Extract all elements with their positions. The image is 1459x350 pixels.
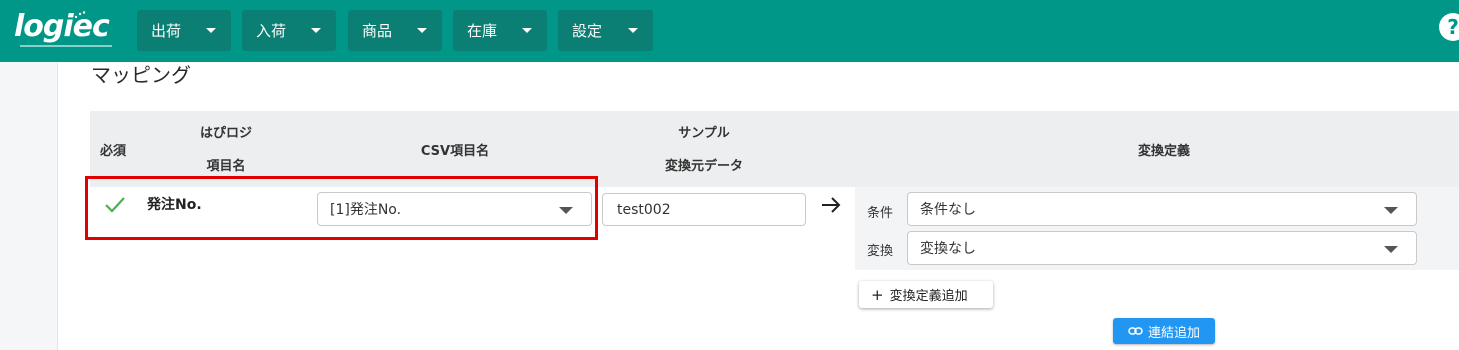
page-title: マッピング — [91, 63, 191, 87]
logo-text: logiec — [14, 9, 110, 44]
highlight-box — [85, 176, 598, 240]
header-csv: CSV項目名 — [420, 144, 490, 159]
nav-inventory-label: 在庫 — [467, 22, 498, 40]
header-conversion: 変換定義 — [1137, 144, 1190, 159]
conversion-label: 変換 — [867, 244, 894, 259]
side-gutter — [0, 62, 58, 350]
plus-icon: + — [871, 285, 884, 304]
add-conversion-definition-label: 変換定義追加 — [889, 289, 968, 304]
dropdown-arrow-icon — [1384, 246, 1398, 253]
nav-receiving-label: 入荷 — [256, 22, 287, 40]
logo-tagline-bar — [20, 45, 112, 47]
logo-signal-icon — [74, 11, 86, 19]
link-icon — [1128, 327, 1143, 335]
header-sample-line1: サンプル — [678, 126, 730, 141]
sample-value-text: test002 — [617, 201, 671, 218]
nav-receiving[interactable]: 入荷 — [242, 10, 336, 51]
add-concatenation-label: 連結追加 — [1147, 325, 1200, 341]
sample-value-input[interactable]: test002 — [602, 193, 806, 226]
add-conversion-definition-button[interactable]: + 変換定義追加 — [859, 281, 993, 308]
nav-shipping[interactable]: 出荷 — [137, 10, 231, 51]
arrow-right-icon — [822, 197, 841, 213]
nav-products[interactable]: 商品 — [348, 10, 442, 51]
logiec-logo[interactable]: logiec — [14, 10, 116, 50]
dropdown-arrow-icon — [1384, 207, 1398, 214]
header-habi-line1: はぴロジ — [199, 126, 252, 141]
condition-label: 条件 — [867, 206, 894, 221]
conversion-select[interactable]: 変換なし — [907, 231, 1417, 265]
nav-shipping-label: 出荷 — [151, 22, 182, 40]
nav-products-label: 商品 — [362, 22, 393, 40]
nav-inventory[interactable]: 在庫 — [453, 10, 547, 51]
top-app-bar: logiec 出荷 入荷 商品 在庫 設定 ? — [0, 0, 1459, 62]
add-concatenation-button[interactable]: 連結追加 — [1113, 318, 1215, 344]
header-required: 必須 — [100, 144, 127, 159]
help-icon[interactable]: ? — [1439, 13, 1459, 41]
header-sample-line2: 変換元データ — [664, 159, 743, 174]
chevron-down-icon — [628, 28, 638, 33]
nav-settings-label: 設定 — [572, 22, 603, 40]
nav-settings[interactable]: 設定 — [558, 10, 653, 51]
chevron-down-icon — [206, 28, 216, 33]
chevron-down-icon — [522, 28, 532, 33]
header-habi-line2: 項目名 — [206, 159, 246, 174]
condition-select-value: 条件なし — [920, 202, 976, 218]
conversion-select-value: 変換なし — [920, 241, 976, 257]
chevron-down-icon — [311, 28, 321, 33]
chevron-down-icon — [417, 28, 427, 33]
condition-select[interactable]: 条件なし — [907, 192, 1417, 226]
